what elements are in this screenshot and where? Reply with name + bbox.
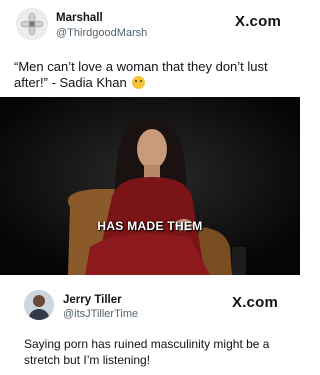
avatar-jerry[interactable] xyxy=(24,290,54,320)
astonished-face-icon xyxy=(132,76,146,89)
x-logo: X.com xyxy=(234,13,281,30)
post-text: “Men can’t love a woman that they don’t … xyxy=(14,59,286,91)
video-still-image xyxy=(0,97,300,275)
post-media-video[interactable]: HAS MADE THEM xyxy=(0,97,300,275)
post-text: Saying porn has ruined masculinity might… xyxy=(24,337,270,367)
video-caption: HAS MADE THEM xyxy=(97,219,203,233)
x-logo: X.com xyxy=(231,294,278,311)
flower-avatar-icon xyxy=(16,8,48,40)
author-handle[interactable]: @itsJTillerTime xyxy=(63,308,138,320)
avatar-marshall[interactable] xyxy=(16,8,48,40)
author-name[interactable]: Jerry Tiller xyxy=(63,294,122,306)
author-handle[interactable]: @ThirdgoodMarsh xyxy=(56,27,147,39)
author-name[interactable]: Marshall xyxy=(56,12,103,24)
person-avatar-icon xyxy=(24,290,54,320)
